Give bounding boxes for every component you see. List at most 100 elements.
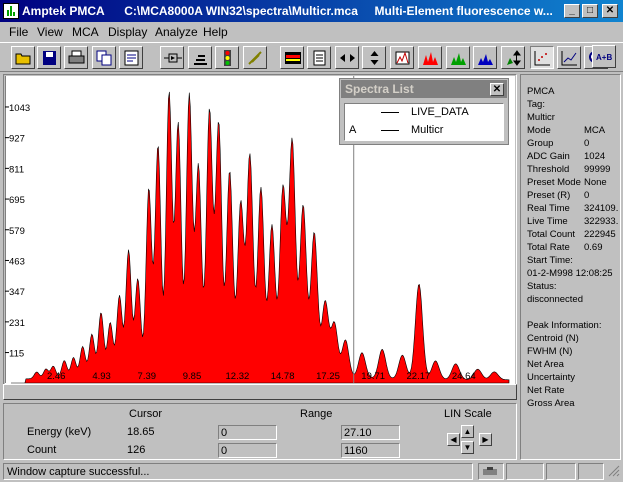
x-tick-label: 12.32 [226, 371, 250, 382]
info-status-label: Status: [527, 281, 557, 292]
info-value: 99999 [584, 164, 611, 175]
status-message: Window capture successful... [3, 463, 473, 480]
scale-left-button[interactable]: ◀ [447, 433, 460, 446]
maximize-button[interactable]: □ [582, 4, 598, 18]
info-row: Total Rate 0.69 [527, 241, 613, 254]
info-status-value: disconnected [527, 294, 583, 305]
scale-button[interactable] [501, 46, 525, 69]
info-tag-value: Multicr [527, 112, 555, 123]
info-row: Threshold 99999 [527, 163, 613, 176]
x-tick-label: 2.46 [47, 371, 66, 382]
horizontal-zoom-button[interactable] [335, 46, 359, 69]
vertical-arrows-icon [370, 51, 379, 65]
info-header: PMCA [527, 86, 555, 97]
clear-icon [248, 51, 262, 65]
peak-info-row: Uncertainty [527, 372, 576, 383]
open-button[interactable] [11, 46, 35, 69]
report-icon [124, 50, 139, 66]
document-button[interactable] [307, 46, 331, 69]
print-button[interactable] [64, 46, 88, 69]
connect-button[interactable] [160, 46, 184, 69]
count-range-min-field[interactable]: 0 [218, 443, 277, 458]
x-tick-label: 22.17 [407, 371, 431, 382]
menu-file[interactable]: File [9, 25, 28, 39]
scale-up-button[interactable]: ▲ [461, 425, 474, 438]
arrow-left-icon: ◀ [450, 435, 457, 444]
y-tick-label: 811 [9, 164, 24, 175]
energy-range-max-field[interactable]: 27.10 [341, 425, 400, 440]
info-row: Preset (R) 0 [527, 189, 613, 202]
save-button[interactable] [37, 46, 61, 69]
peak-info-row: Centroid (N) [527, 333, 579, 344]
document-icon [313, 50, 326, 66]
info-value: 0 [584, 138, 590, 149]
print-icon [68, 50, 85, 64]
horizontal-arrows-icon [340, 54, 355, 62]
add-spectra-button[interactable]: A+B [592, 45, 616, 68]
start-stop-button[interactable] [215, 46, 239, 69]
spectra-list-item-live-data[interactable]: LIVE_DATA [345, 104, 505, 120]
menu-help[interactable]: Help [203, 25, 228, 39]
roi-icon [285, 52, 301, 64]
pmca-app-icon[interactable] [3, 3, 19, 19]
acquire-button[interactable] [188, 46, 212, 69]
resize-grip-icon [608, 465, 620, 477]
status-cell-4 [578, 463, 604, 480]
info-value: 0 [584, 190, 590, 201]
info-label: Live Time [527, 216, 568, 227]
scale-right-button[interactable]: ▶ [479, 433, 492, 446]
resize-grip[interactable] [606, 463, 621, 480]
usb-connection-icon [483, 467, 497, 475]
x-tick-label: 7.39 [138, 371, 157, 382]
minimize-button[interactable]: _ [564, 4, 580, 18]
toolbar [0, 42, 623, 72]
y-tick-label: 579 [9, 226, 25, 237]
copy-button[interactable] [92, 46, 116, 69]
info-row: Mode MCA [527, 124, 613, 137]
zoom-box-button[interactable] [390, 46, 414, 69]
scatter-button[interactable] [530, 46, 554, 69]
y-tick-label: 695 [9, 195, 25, 206]
menu-bar: File View MCA Display Analyze Help [0, 22, 623, 41]
spectra-list-item-multicr[interactable]: A Multicr [345, 122, 505, 138]
energy-range-min-field[interactable]: 0 [218, 425, 277, 440]
y-tick-label: 927 [9, 134, 25, 145]
x-tick-label: 24.64 [452, 371, 476, 382]
info-value: MCA [584, 125, 606, 136]
scatter-icon [534, 51, 550, 66]
info-label: ADC Gain [527, 151, 570, 162]
menu-mca[interactable]: MCA [72, 25, 99, 39]
status-cell-3 [546, 463, 576, 480]
status-bar: Window capture successful... [0, 461, 623, 482]
cursor-count-value: 126 [127, 444, 146, 456]
clear-button[interactable] [243, 46, 267, 69]
menu-view[interactable]: View [37, 25, 63, 39]
info-row: Group 0 [527, 137, 613, 150]
info-label: Total Count [527, 229, 576, 240]
line-plot-button[interactable] [557, 46, 581, 69]
line-plot-icon [561, 51, 577, 66]
arrow-up-icon: ▲ [463, 427, 472, 436]
spectra-list-title-bar[interactable]: Spectra List ✕ [341, 80, 507, 98]
y-tick-label: 231 [9, 318, 25, 329]
vertical-zoom-button[interactable] [362, 46, 386, 69]
peak-info-row: Net Area [527, 359, 564, 370]
scale-down-button[interactable]: ▼ [461, 441, 474, 454]
plot-scrollbar[interactable] [3, 384, 517, 400]
roi-button[interactable] [280, 46, 304, 69]
report-button[interactable] [119, 46, 143, 69]
peaks-green-button[interactable] [446, 46, 470, 69]
menu-analyze[interactable]: Analyze [155, 25, 198, 39]
traffic-light-icon [224, 50, 231, 66]
spectra-list-close-button[interactable]: ✕ [490, 83, 504, 96]
count-range-max-field[interactable]: 1160 [341, 443, 400, 458]
menu-display[interactable]: Display [108, 25, 147, 39]
open-icon [15, 53, 31, 65]
peaks-red-button[interactable] [418, 46, 442, 69]
close-button[interactable]: ✕ [602, 4, 618, 18]
window-title: Amptek PMCA C:\MCA8000A WIN32\spectra\Mu… [22, 4, 553, 18]
cursor-energy-value: 18.65 [127, 426, 155, 438]
peak-info-row: Gross Area [527, 398, 575, 409]
info-row: Real Time 324109. [527, 202, 618, 215]
peaks-blue-button[interactable] [473, 46, 497, 69]
